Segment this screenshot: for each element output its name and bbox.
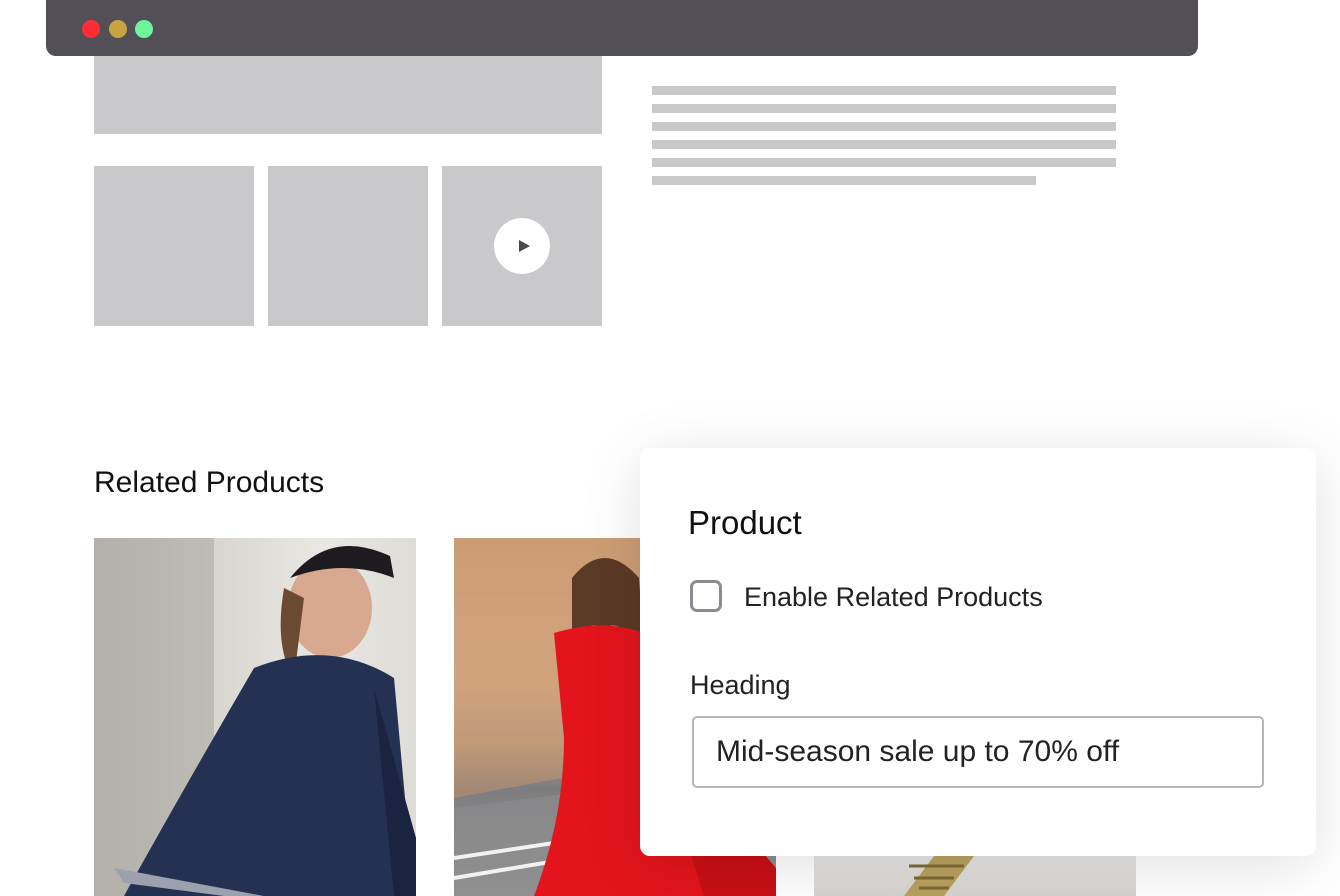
- enable-related-products-label[interactable]: Enable Related Products: [744, 582, 1043, 613]
- related-product-image[interactable]: [814, 856, 1136, 896]
- related-products-heading: Related Products: [94, 466, 325, 499]
- browser-title-bar: [46, 0, 1198, 56]
- minimize-window-button[interactable]: [109, 20, 127, 38]
- description-placeholder-line: [652, 122, 1116, 131]
- description-placeholder-line: [652, 158, 1116, 167]
- heading-input[interactable]: [692, 716, 1264, 788]
- product-settings-panel: Product Enable Related Products Heading: [640, 448, 1316, 856]
- play-icon[interactable]: [494, 218, 550, 274]
- enable-related-products-checkbox[interactable]: [690, 580, 722, 612]
- product-video-thumbnail[interactable]: [442, 166, 602, 326]
- main-product-image-placeholder: [94, 56, 602, 134]
- related-product-image[interactable]: [94, 538, 416, 896]
- close-window-button[interactable]: [82, 20, 100, 38]
- product-thumbnail-1[interactable]: [94, 166, 254, 326]
- maximize-window-button[interactable]: [135, 20, 153, 38]
- gold-heeled-sandal-photo: [904, 856, 974, 896]
- description-placeholder-line: [652, 140, 1116, 149]
- description-placeholder-line: [652, 86, 1116, 95]
- panel-title: Product: [688, 504, 802, 541]
- description-placeholder-line: [652, 176, 1036, 185]
- woman-in-navy-poncho-photo: [94, 538, 416, 896]
- product-thumbnail-2[interactable]: [268, 166, 428, 326]
- description-placeholder-line: [652, 104, 1116, 113]
- heading-field-label: Heading: [690, 670, 791, 700]
